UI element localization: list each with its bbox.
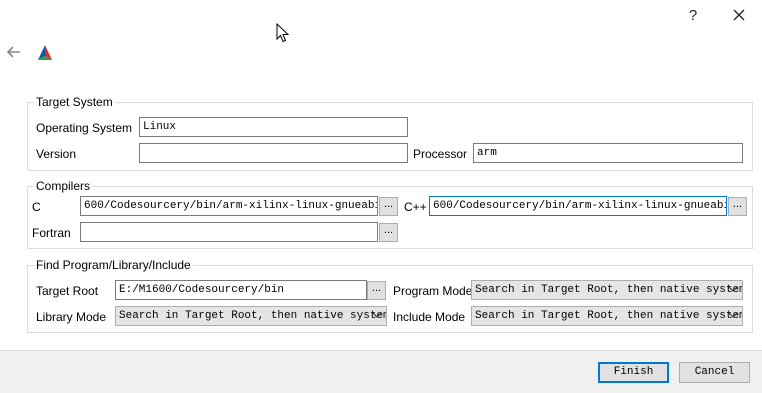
include-mode-value: Search in Target Root, then native syste… <box>475 310 743 322</box>
back-button[interactable] <box>6 45 24 61</box>
c-compiler-browse-button[interactable]: ... <box>379 197 398 216</box>
fortran-compiler-input[interactable] <box>80 222 378 242</box>
chevron-down-icon <box>372 312 382 318</box>
version-label: Version <box>36 147 77 161</box>
processor-input[interactable]: arm <box>473 143 743 163</box>
target-root-browse-button[interactable]: ... <box>367 281 386 300</box>
cmake-logo-icon <box>36 45 54 65</box>
cpp-compiler-label: C++ <box>404 200 427 214</box>
library-mode-label: Library Mode <box>36 310 107 324</box>
target-system-title: Target System <box>34 95 115 109</box>
fortran-compiler-label: Fortran <box>32 226 71 240</box>
cpp-compiler-browse-button[interactable]: ... <box>728 197 747 216</box>
include-mode-label: Include Mode <box>393 310 466 324</box>
library-mode-select[interactable]: Search in Target Root, then native syste… <box>115 306 387 326</box>
operating-system-input[interactable]: Linux <box>139 117 408 137</box>
chevron-down-icon <box>728 312 738 318</box>
processor-label: Processor <box>413 147 468 161</box>
operating-system-label: Operating System <box>36 121 133 135</box>
mouse-cursor-icon <box>276 23 290 43</box>
program-mode-value: Search in Target Root, then native syste… <box>475 284 743 296</box>
close-icon <box>733 9 745 21</box>
compilers-title: Compilers <box>34 179 93 193</box>
target-root-label: Target Root <box>36 284 99 298</box>
chevron-down-icon <box>728 286 738 292</box>
find-title: Find Program/Library/Include <box>34 258 193 272</box>
c-compiler-label: C <box>32 200 41 214</box>
finish-button[interactable]: Finish <box>598 362 669 383</box>
arrow-left-icon <box>6 46 20 58</box>
fortran-compiler-browse-button[interactable]: ... <box>379 223 398 242</box>
version-input[interactable] <box>139 143 408 163</box>
library-mode-value: Search in Target Root, then native syste… <box>119 310 387 322</box>
footer-bar: Finish Cancel <box>0 350 762 393</box>
target-root-input[interactable]: E:/M1600/Codesourcery/bin <box>115 280 367 300</box>
close-button[interactable] <box>726 4 752 26</box>
program-mode-select[interactable]: Search in Target Root, then native syste… <box>471 280 743 300</box>
help-button[interactable]: ? <box>680 4 706 26</box>
c-compiler-input[interactable]: 600/Codesourcery/bin/arm-xilinx-linux-gn… <box>80 196 378 216</box>
cancel-button[interactable]: Cancel <box>679 362 750 383</box>
program-mode-label: Program Mode <box>393 284 473 298</box>
cpp-compiler-input[interactable]: 600/Codesourcery/bin/arm-xilinx-linux-gn… <box>429 196 727 216</box>
include-mode-select[interactable]: Search in Target Root, then native syste… <box>471 306 743 326</box>
